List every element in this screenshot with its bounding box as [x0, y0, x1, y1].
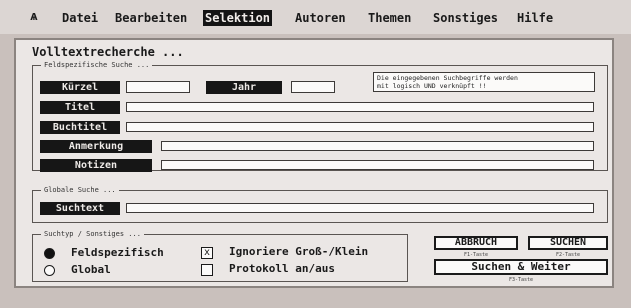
notizen-input[interactable] [161, 160, 594, 170]
checkbox-protokoll[interactable] [201, 264, 213, 276]
abbruch-button[interactable]: ABBRUCH [434, 236, 518, 250]
jahr-input[interactable] [291, 81, 335, 93]
radio-feldspezifisch[interactable] [44, 248, 55, 259]
notizen-label: Notizen [40, 159, 152, 172]
suchen-button[interactable]: SUCHEN [528, 236, 608, 250]
checkbox-ignore-case[interactable]: x [201, 247, 213, 259]
suchen-weiter-hint: F3-Taste [508, 277, 534, 283]
anmerkung-label: Anmerkung [40, 140, 152, 153]
field-search-group-label: Feldspezifische Suche ... [41, 60, 153, 70]
suchen-hint: F2-Taste [555, 252, 581, 258]
menu-themen[interactable]: Themen [366, 10, 413, 26]
kurzel-label: Kürzel [40, 81, 120, 94]
checkbox-protokoll-label: Protokoll an/aus [229, 262, 335, 275]
fulltext-search-dialog: Volltextrecherche ... Feldspezifische Su… [14, 38, 614, 288]
jahr-label: Jahr [206, 81, 282, 94]
suchtext-input[interactable] [126, 203, 594, 213]
suchen-weiter-button[interactable]: Suchen & Weiter [434, 259, 608, 275]
menu-datei[interactable]: Datei [60, 10, 100, 26]
search-type-group-label: Suchtyp / Sonstiges ... [41, 229, 144, 239]
dialog-title: Volltextrecherche ... [28, 44, 188, 60]
titel-label: Titel [40, 101, 120, 114]
option-global-label: Global [71, 263, 111, 276]
anmerkung-input[interactable] [161, 141, 594, 151]
global-search-group: Globale Suche ... Suchtext [32, 185, 608, 223]
buchtitel-label: Buchtitel [40, 121, 120, 134]
menu-bar: ѧ Datei Bearbeiten Selektion Autoren The… [0, 0, 631, 34]
menu-selektion[interactable]: Selektion [203, 10, 273, 26]
option-feldspezifisch-label: Feldspezifisch [71, 246, 164, 259]
buchtitel-input[interactable] [126, 122, 594, 132]
global-search-group-label: Globale Suche ... [41, 185, 119, 195]
atari-logo-icon[interactable]: ѧ [30, 9, 44, 25]
search-type-group: Suchtyp / Sonstiges ... Feldspezifisch G… [32, 229, 408, 282]
menu-sonstiges[interactable]: Sonstiges [431, 10, 500, 26]
info-line-1: Die eingegebenen Suchbegriffe werden [377, 74, 518, 82]
menu-bearbeiten[interactable]: Bearbeiten [113, 10, 189, 26]
kurzel-input[interactable] [126, 81, 190, 93]
checkbox-ignore-case-label: Ignoriere Groß-/Klein [229, 245, 369, 258]
field-search-group: Feldspezifische Suche ... Kürzel Jahr Di… [32, 60, 608, 172]
abbruch-hint: F1-Taste [463, 252, 489, 258]
info-text: Die eingegebenen Suchbegriffe werden mit… [373, 72, 595, 92]
suchtext-label: Suchtext [40, 202, 120, 215]
radio-global[interactable] [44, 265, 55, 276]
info-line-2: mit logisch UND verknüpft !! [377, 82, 487, 90]
menu-autoren[interactable]: Autoren [293, 10, 348, 26]
titel-input[interactable] [126, 102, 594, 112]
menu-hilfe[interactable]: Hilfe [515, 10, 555, 26]
